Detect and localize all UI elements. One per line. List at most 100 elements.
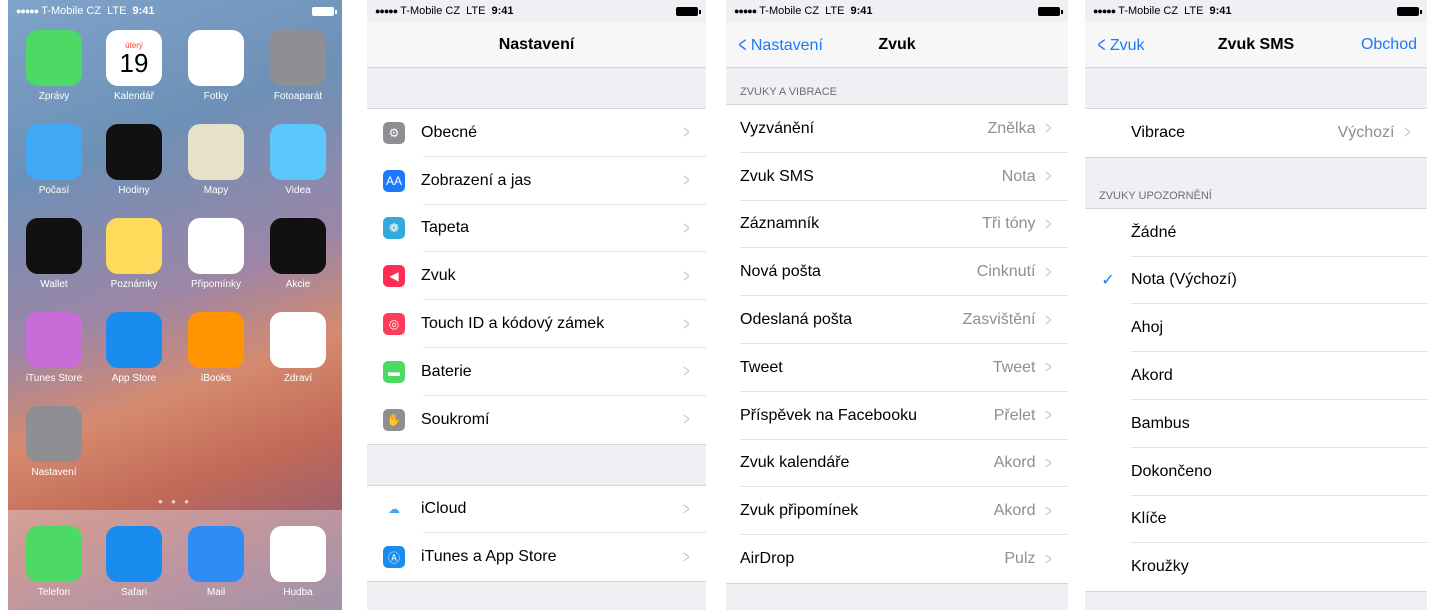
chevron-right-icon: >	[1045, 261, 1052, 282]
tone-row[interactable]: ✓ Nota (Výchozí)	[1085, 257, 1427, 305]
music-icon	[270, 526, 326, 582]
tone-row[interactable]: Klíče	[1085, 496, 1427, 544]
app-reminders[interactable]: Připomínky	[184, 218, 248, 290]
app-app-store[interactable]: App Store	[102, 312, 166, 384]
sound-row[interactable]: Záznamník Tři tóny >	[726, 201, 1068, 249]
tone-row[interactable]: Bambus	[1085, 400, 1427, 448]
app-label: Fotoaparát	[273, 91, 323, 102]
app-wallet[interactable]: Wallet	[22, 218, 86, 290]
app-calendar[interactable]: úterý 19 Kalendář	[102, 30, 166, 102]
app-label: Hudba	[283, 587, 313, 598]
tone-row[interactable]: Akord	[1085, 352, 1427, 400]
page-indicator: ● ● ●	[158, 497, 192, 506]
settings-row-label: Zobrazení a jas	[421, 171, 532, 189]
tone-row[interactable]: Ahoj	[1085, 304, 1427, 352]
photos-icon	[188, 30, 244, 86]
app-stocks[interactable]: Akcie	[266, 218, 330, 290]
sound-row-value: Znělka	[987, 119, 1036, 137]
settings-screen: ●●●●● T-Mobile CZ LTE 9:41 Nastavení ⚙ Ob…	[367, 0, 706, 610]
settings-row[interactable]: ▬ Baterie >	[367, 348, 706, 396]
settings-row[interactable]: ✋ Soukromí >	[367, 396, 706, 444]
section-header: ZVUKY A VIBRACE	[740, 86, 838, 98]
app-ibooks[interactable]: iBooks	[184, 312, 248, 384]
sound-list: Vyzvánění Znělka > Zvuk SMS Nota > Záznamník Tř…	[726, 104, 1068, 584]
dock-app-safari[interactable]: Safari	[102, 526, 166, 598]
app-health[interactable]: Zdraví	[266, 312, 330, 384]
sound-row[interactable]: Zvuk SMS Nota >	[726, 153, 1068, 201]
app-maps[interactable]: Mapy	[184, 124, 248, 196]
app-label: iTunes Store	[25, 373, 83, 384]
tone-row[interactable]: Kroužky	[1085, 543, 1427, 591]
sound-row[interactable]: Nová pošta Cinknutí >	[726, 248, 1068, 296]
app-label: Mapy	[203, 185, 229, 196]
dock-app-music[interactable]: Hudba	[266, 526, 330, 598]
tone-row[interactable]: Dokončeno	[1085, 448, 1427, 496]
settings-row-label: Zvuk	[421, 267, 456, 285]
settings-row[interactable]: ⚙ Obecné >	[367, 109, 706, 157]
settings-row[interactable]: ◎ Touch ID a kódový zámek >	[367, 300, 706, 348]
sound-row-value: Nota	[1001, 167, 1036, 185]
app-messages[interactable]: Zprávy	[22, 30, 86, 102]
settings-row-label: Obecné	[421, 123, 478, 141]
settings-row[interactable]: AA Zobrazení a jas >	[367, 157, 706, 205]
app-videos[interactable]: Videa	[266, 124, 330, 196]
settings-row[interactable]: ◀ Zvuk >	[367, 252, 706, 300]
sound-row-value: Tři tóny	[982, 215, 1036, 233]
app-weather[interactable]: Počasí	[22, 124, 86, 196]
app-clock[interactable]: Hodiny	[102, 124, 166, 196]
tone-row[interactable]: Žádné	[1085, 209, 1427, 257]
sound-row[interactable]: Zvuk kalendáře Akord >	[726, 440, 1068, 488]
sound-row-label: Odeslaná pošta	[740, 311, 853, 329]
wallpaper-icon: ❁	[383, 217, 405, 240]
app-label: Mail	[206, 587, 226, 598]
mail-icon	[188, 526, 244, 582]
messages-icon	[26, 30, 82, 86]
sound-row[interactable]: Odeslaná pošta Zasvištění >	[726, 296, 1068, 344]
back-button[interactable]: < Zvuk	[1095, 22, 1145, 69]
sound-row[interactable]: Zvuk připomínek Akord >	[726, 487, 1068, 535]
dock-app-mail[interactable]: Mail	[184, 526, 248, 598]
app-itunes-store[interactable]: iTunes Store	[22, 312, 86, 384]
sound-row[interactable]: Vyzvánění Znělka >	[726, 105, 1068, 153]
vibration-row[interactable]: Vibrace Výchozí >	[1085, 109, 1427, 157]
maps-icon	[188, 124, 244, 180]
sms-sound-screen: ●●●●● T-Mobile CZ LTE 9:41 Zvuk SMS < Zvu…	[1085, 0, 1427, 610]
camera-icon	[270, 30, 326, 86]
carrier-label: T-Mobile CZ	[1118, 5, 1179, 17]
chevron-right-icon: >	[1045, 213, 1052, 234]
app-camera[interactable]: Fotoaparát	[266, 30, 330, 102]
back-label: Zvuk	[1109, 37, 1145, 54]
app-photos[interactable]: Fotky	[184, 30, 248, 102]
sound-row[interactable]: AirDrop Pulz >	[726, 535, 1068, 583]
sound-row-value: Pulz	[1004, 550, 1036, 568]
chevron-right-icon: >	[1045, 118, 1052, 139]
clock-icon	[106, 124, 162, 180]
sound-row[interactable]: Příspěvek na Facebooku Přelet >	[726, 392, 1068, 440]
tone-row-label: Žádné	[1131, 223, 1177, 241]
settings-row[interactable]: ⒶiTunes a App Store >	[367, 533, 706, 581]
app-settings[interactable]: Nastavení	[22, 406, 86, 478]
dock-app-phone[interactable]: Telefon	[22, 526, 86, 598]
sound-row-label: Nová pošta	[740, 263, 821, 281]
chevron-right-icon: >	[683, 361, 690, 382]
sound-row-label: Vyzvánění	[740, 119, 815, 137]
store-button[interactable]: Obchod	[1361, 22, 1417, 68]
settings-row-label: iCloud	[421, 500, 467, 518]
network-label: LTE	[466, 5, 486, 17]
app-label: Zprávy	[38, 91, 70, 102]
app-notes[interactable]: Poznámky	[102, 218, 166, 290]
chevron-right-icon: >	[1045, 405, 1052, 426]
calendar-day-number: 19	[119, 47, 149, 78]
back-button[interactable]: < Nastavení	[736, 22, 823, 69]
network-label: LTE	[107, 5, 127, 17]
chevron-right-icon: >	[683, 265, 690, 286]
settings-row[interactable]: ❁ Tapeta >	[367, 205, 706, 253]
sound-row-label: Tweet	[740, 358, 783, 376]
sound-row[interactable]: Tweet Tweet >	[726, 344, 1068, 392]
sound-row-label: Zvuk SMS	[740, 167, 814, 185]
settings-row[interactable]: ☁ iCloud >	[367, 486, 706, 534]
sound-row-value: Akord	[993, 502, 1036, 520]
hand-icon: ✋	[383, 408, 405, 431]
fingerprint-icon: ◎	[383, 313, 405, 336]
icloud-icon: ☁	[383, 498, 405, 521]
